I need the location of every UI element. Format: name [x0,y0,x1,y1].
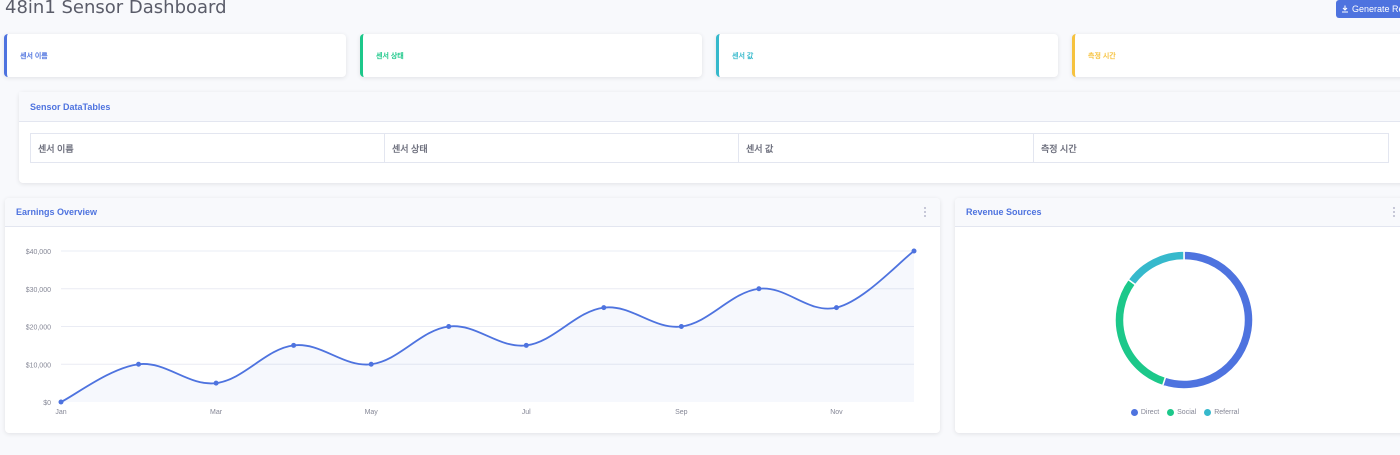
legend-dot [1204,409,1212,416]
x-tick-label: Nov [830,409,843,416]
earnings-area-chart: $0 $10,000 $20,000 $30,000 $40,000 Jan Mar May J… [26,248,917,416]
data-point [756,286,762,292]
data-point [678,324,684,329]
data-point [213,380,219,386]
stat-card-measure-time: 측정 시간 [1072,34,1400,77]
earnings-card: Earnings Overview $0 $10,000 $20,000 $30,00… [5,198,940,433]
stat-label: 센서 이름 [20,52,48,60]
y-tick-label: $0 [43,400,51,407]
data-point [523,342,529,348]
x-tick-label: May [365,409,379,416]
legend-item-social: Social [1167,409,1196,416]
donut-slice-social [1114,278,1167,387]
sensor-table-title: Sensor DataTables [30,101,111,112]
data-point [291,342,297,348]
column-header-sensor-status[interactable]: 센서 상태 [384,133,739,163]
stat-card-sensor-value: 센서 값 [716,34,1058,77]
legend-label: Referral [1214,409,1240,416]
legend-item-direct: Direct [1130,409,1160,416]
data-point [601,305,607,311]
data-point [833,305,839,311]
stat-label: 측정 시간 [1088,52,1116,60]
data-point [58,399,64,405]
revenue-title: Revenue Sources [966,207,1042,217]
stat-label: 센서 값 [732,52,754,60]
column-header-sensor-value[interactable]: 센서 값 [738,133,1034,163]
donut-slice-direct [1161,250,1254,390]
more-options-icon[interactable] [922,207,928,217]
stat-label: 센서 상태 [376,52,404,60]
download-icon [1342,5,1348,13]
sensor-table-header: Sensor DataTables [19,92,1400,122]
generate-report-label: Generate Report [1352,4,1400,14]
generate-report-button[interactable]: Generate Report [1336,0,1400,18]
y-tick-label: $40,000 [26,249,51,256]
earnings-card-header: Earnings Overview [5,198,940,227]
x-tick-label: Jan [55,409,66,416]
stat-card-sensor-name: 센서 이름 [4,34,346,77]
more-options-icon[interactable] [1391,207,1397,217]
x-tick-label: Mar [210,409,223,416]
y-tick-label: $30,000 [26,287,51,294]
legend-dot [1130,409,1138,416]
data-point [446,324,452,329]
data-point [911,248,917,254]
column-header-measure-time[interactable]: 측정 시간 [1033,133,1389,163]
stat-card-sensor-status: 센서 상태 [360,34,702,77]
data-point [136,361,142,367]
y-tick-label: $20,000 [26,325,51,332]
revenue-card-header: Revenue Sources [955,198,1400,227]
donut-slice-referral [1127,250,1185,286]
data-point [368,361,374,367]
legend-item-referral: Referral [1204,409,1239,416]
earnings-title: Earnings Overview [16,207,98,217]
legend-dot [1167,409,1175,416]
sensor-data-table: 센서 이름 센서 상태 센서 값 측정 시간 [30,133,1389,163]
revenue-card: Revenue Sources Direct Social Referral [955,198,1400,433]
page-title: 48in1 Sensor Dashboard [5,0,227,18]
sensor-table-card: Sensor DataTables 센서 이름 센서 상태 센서 값 측정 시간 [19,92,1400,183]
legend-label: Social [1177,409,1197,416]
column-header-sensor-name[interactable]: 센서 이름 [30,133,385,163]
x-tick-label: Sep [675,409,688,416]
legend-label: Direct [1140,409,1160,416]
revenue-donut-chart [1114,250,1254,390]
revenue-legend: Direct Social Referral [955,409,1400,416]
y-tick-label: $10,000 [26,362,51,369]
x-tick-label: Jul [522,409,531,416]
